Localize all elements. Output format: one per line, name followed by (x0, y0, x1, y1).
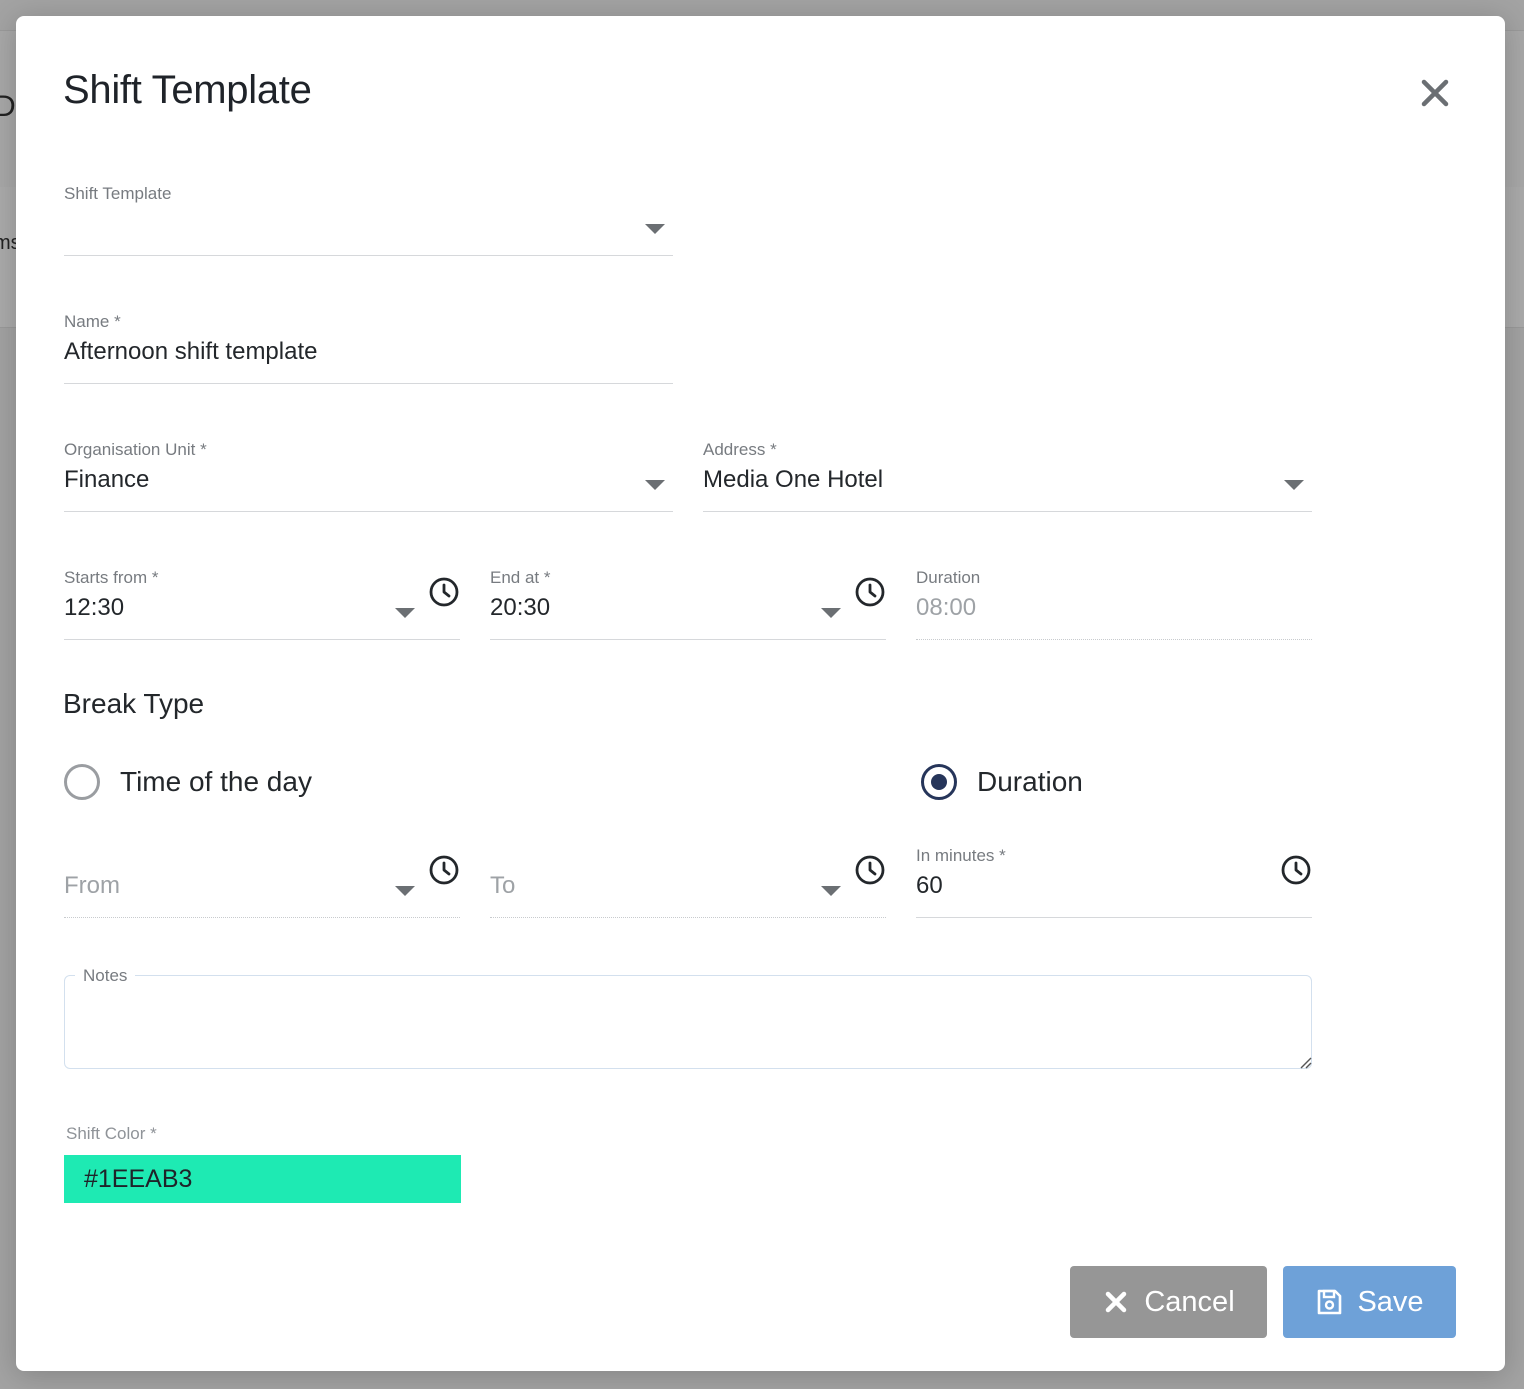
in-minutes-label: In minutes * (916, 846, 1006, 865)
field-underline (64, 383, 673, 384)
starts-from-value: 12:30 (64, 594, 125, 621)
chevron-down-icon[interactable] (821, 608, 841, 618)
duration-label: Duration (916, 568, 981, 587)
shift-color-picker[interactable]: #1EEAB3 (64, 1155, 461, 1203)
starts-from-time-picker[interactable]: Starts from * 12:30 (64, 568, 460, 640)
shift-template-label: Shift Template (64, 184, 172, 203)
notes-label: Notes (75, 966, 136, 986)
break-to-time-picker[interactable]: To (490, 846, 886, 918)
close-icon (1421, 79, 1449, 107)
address-label: Address * (703, 440, 777, 459)
shift-color-label: Shift Color * (66, 1124, 157, 1143)
field-underline (64, 639, 460, 640)
clock-icon[interactable] (854, 854, 886, 886)
clock-icon[interactable] (854, 576, 886, 608)
clock-icon[interactable] (1280, 854, 1312, 886)
chevron-down-icon[interactable] (395, 608, 415, 618)
shift-template-select[interactable]: Shift Template (64, 184, 673, 256)
field-underline (490, 639, 886, 640)
organisation-unit-label: Organisation Unit * (64, 440, 207, 459)
end-at-value: 20:30 (490, 594, 551, 621)
starts-from-label: Starts from * (64, 568, 159, 587)
chevron-down-icon[interactable] (395, 886, 415, 896)
shift-color-value: #1EEAB3 (84, 1164, 193, 1193)
break-from-placeholder: From (64, 872, 120, 899)
break-to-placeholder: To (490, 872, 516, 899)
field-underline (916, 917, 1312, 918)
chevron-down-icon[interactable] (821, 886, 841, 896)
duration-field: Duration 08:00 (916, 568, 1312, 640)
field-underline (916, 639, 1312, 640)
chevron-down-icon[interactable] (1284, 480, 1304, 490)
radio-label: Time of the day (120, 766, 312, 797)
radio-duration[interactable]: Duration (921, 764, 1083, 800)
field-underline (703, 511, 1312, 512)
clock-icon[interactable] (428, 576, 460, 608)
clock-icon[interactable] (428, 854, 460, 886)
shift-template-modal: Shift Template Shift Template Name * Aft… (16, 16, 1505, 1371)
address-select[interactable]: Address * Media One Hotel (703, 440, 1312, 512)
modal-title: Shift Template (63, 68, 312, 112)
field-underline (64, 917, 460, 918)
break-type-title: Break Type (63, 688, 205, 719)
name-value: Afternoon shift template (64, 338, 318, 365)
radio-button[interactable] (921, 764, 957, 800)
floppy-disk-icon (1318, 1289, 1342, 1315)
cancel-label: Cancel (1144, 1285, 1235, 1318)
address-value: Media One Hotel (703, 466, 884, 493)
x-icon (1106, 1291, 1127, 1313)
duration-value: 08:00 (916, 594, 977, 621)
organisation-unit-value: Finance (64, 466, 150, 493)
end-at-time-picker[interactable]: End at * 20:30 (490, 568, 886, 640)
in-minutes-value: 60 (916, 872, 943, 899)
cancel-button[interactable]: Cancel (1070, 1266, 1267, 1338)
chevron-down-icon[interactable] (645, 480, 665, 490)
break-minutes-input[interactable]: In minutes * 60 (916, 846, 1312, 918)
save-label: Save (1357, 1285, 1424, 1318)
name-input[interactable]: Name * Afternoon shift template (64, 312, 673, 384)
name-label: Name * (64, 312, 121, 331)
close-button[interactable] (1416, 74, 1454, 112)
resize-grip-icon[interactable] (1297, 1054, 1313, 1070)
radio-label: Duration (977, 766, 1083, 797)
field-underline (64, 255, 673, 256)
field-underline (490, 917, 886, 918)
chevron-down-icon[interactable] (645, 224, 665, 234)
radio-time-of-the-day[interactable]: Time of the day (64, 764, 312, 800)
save-button[interactable]: Save (1283, 1266, 1456, 1338)
break-from-time-picker[interactable]: From (64, 846, 460, 918)
organisation-unit-select[interactable]: Organisation Unit * Finance (64, 440, 673, 512)
field-underline (64, 511, 673, 512)
end-at-label: End at * (490, 568, 551, 587)
radio-button[interactable] (64, 764, 100, 800)
notes-textarea[interactable]: Notes (64, 966, 1313, 1070)
